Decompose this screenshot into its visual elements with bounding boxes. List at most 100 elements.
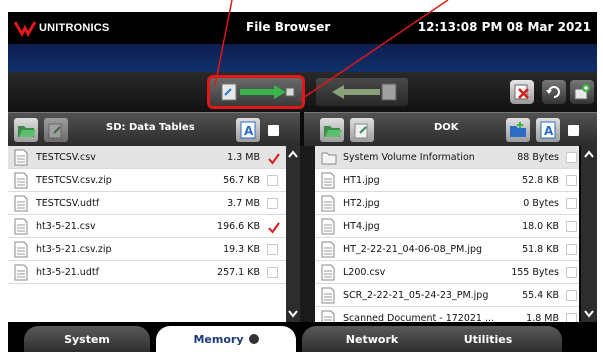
rename-button-left[interactable]: A [236, 118, 260, 142]
rename-icon: A [540, 121, 556, 139]
list-item[interactable]: HT1.jpg 52.8 KB [315, 169, 579, 192]
list-item[interactable]: ht3-5-21.udtf 257.1 KB [8, 261, 286, 284]
file-size: 52.8 KB [522, 175, 559, 186]
tab-label: Memory [193, 332, 244, 346]
scroll-down-arrow-icon [288, 310, 298, 318]
file-icon [321, 310, 335, 322]
new-folder-icon [574, 84, 590, 100]
check-icon [268, 153, 280, 165]
add-folder-icon [510, 122, 526, 137]
file-checkbox[interactable] [267, 267, 278, 278]
file-checkbox[interactable] [566, 221, 577, 232]
copy-to-right-button[interactable] [207, 75, 305, 109]
open-folder-button[interactable] [14, 118, 38, 142]
list-item[interactable]: TESTCSV.csv.zip 56.7 KB [8, 169, 286, 192]
svg-text:A: A [244, 124, 254, 138]
file-icon [14, 149, 28, 166]
settings-dot-icon [248, 334, 259, 344]
file-checkbox[interactable] [566, 267, 577, 278]
tab-system[interactable]: System [24, 326, 150, 352]
svg-text:A: A [544, 124, 554, 138]
screen-title: File Browser [246, 20, 331, 34]
open-folder-button-right[interactable] [320, 118, 344, 142]
file-size: 18.0 KB [522, 221, 559, 232]
unitronics-mark-icon [14, 21, 36, 37]
file-icon [321, 287, 335, 304]
header-bar: UNITRONICS File Browser 12:13:08 PM 08 M… [8, 12, 597, 44]
file-checkbox[interactable] [566, 198, 577, 209]
refresh-button[interactable] [542, 80, 566, 104]
new-folder-button-right[interactable] [506, 118, 530, 142]
file-size: 19.3 KB [223, 244, 260, 255]
select-all-right-checkbox[interactable] [568, 125, 579, 136]
list-item[interactable]: TESTCSV.csv 1.3 MB [8, 146, 286, 169]
rename-icon: A [240, 121, 256, 139]
file-size: 51.8 KB [522, 244, 559, 255]
brand-name: UNITRONICS [39, 22, 110, 34]
file-checkbox[interactable] [566, 152, 577, 163]
file-checkbox[interactable] [267, 221, 280, 234]
file-size: 257.1 KB [217, 267, 260, 278]
delete-button[interactable] [510, 80, 534, 104]
file-size: 1.3 MB [227, 152, 260, 163]
list-item[interactable]: L200.csv 155 Bytes [315, 261, 579, 284]
file-name: TESTCSV.udtf [36, 198, 100, 209]
list-item[interactable]: TESTCSV.udtf 3.7 MB [8, 192, 286, 215]
file-size: 88 Bytes [517, 152, 559, 163]
file-name: Scanned Document - 172021 ... [343, 313, 493, 322]
file-name: L200.csv [343, 267, 386, 278]
file-icon [321, 172, 335, 189]
file-checkbox[interactable] [267, 198, 278, 209]
new-folder-button[interactable] [570, 80, 594, 104]
file-checkbox[interactable] [566, 290, 577, 301]
file-icon [321, 241, 335, 258]
file-checkbox[interactable] [566, 313, 577, 322]
rename-button-right[interactable]: A [536, 118, 560, 142]
file-size: 155 Bytes [511, 267, 559, 278]
file-checkbox[interactable] [566, 244, 577, 255]
file-checkbox[interactable] [566, 175, 577, 186]
scroll-down-arrow-icon [584, 310, 594, 318]
copy-to-left-button[interactable] [316, 78, 408, 106]
refresh-icon [546, 86, 560, 98]
scroll-up-arrow-icon [584, 150, 594, 158]
file-name: TESTCSV.csv [36, 152, 96, 163]
tab-utilities[interactable]: Utilities [414, 326, 562, 352]
list-item[interactable]: Scanned Document - 172021 ... 1.8 MB [315, 307, 579, 322]
go-up-button-right[interactable] [350, 118, 374, 142]
file-checkbox[interactable] [267, 244, 278, 255]
file-size: 196.6 KB [217, 221, 260, 232]
file-icon [14, 241, 28, 258]
list-item[interactable]: SCR_2-22-21_05-24-23_PM.jpg 55.4 KB [315, 284, 579, 307]
header-band [8, 44, 597, 72]
list-item[interactable]: HT_2-22-21_04-06-08_PM.jpg 51.8 KB [315, 238, 579, 261]
check-icon [268, 222, 280, 234]
tab-memory[interactable]: Memory [156, 326, 296, 352]
list-item[interactable]: ht3-5-21.csv 196.6 KB [8, 215, 286, 238]
file-icon [321, 218, 335, 235]
file-checkbox[interactable] [267, 175, 278, 186]
go-up-button[interactable] [44, 118, 68, 142]
file-icon [14, 172, 28, 189]
left-scrollbar[interactable] [286, 146, 300, 322]
right-scrollbar[interactable] [581, 146, 597, 322]
file-name: ht3-5-21.csv.zip [36, 244, 112, 255]
list-item[interactable]: HT4.jpg 18.0 KB [315, 215, 579, 238]
left-file-list: TESTCSV.csv 1.3 MB TESTCSV.csv.zip 56.7 … [8, 146, 286, 322]
file-name: HT1.jpg [343, 175, 380, 186]
bottom-tab-bar: System Memory Network Utilities [8, 322, 597, 352]
list-item[interactable]: System Volume Information 88 Bytes [315, 146, 579, 169]
file-name: TESTCSV.csv.zip [36, 175, 112, 186]
file-checkbox[interactable] [267, 152, 280, 165]
list-item[interactable]: ht3-5-21.csv.zip 19.3 KB [8, 238, 286, 261]
file-browser-screen: UNITRONICS File Browser 12:13:08 PM 08 M… [8, 0, 597, 352]
right-pane-header: DOK A [304, 112, 597, 146]
select-all-left-checkbox[interactable] [268, 125, 279, 136]
file-name: HT2.jpg [343, 198, 380, 209]
file-size: 3.7 MB [227, 198, 260, 209]
list-item[interactable]: HT2.jpg 0 Bytes [315, 192, 579, 215]
pane-divider [300, 146, 315, 322]
file-name: ht3-5-21.udtf [36, 267, 99, 278]
up-folder-icon [354, 123, 368, 139]
file-size: 1.8 MB [526, 313, 559, 322]
